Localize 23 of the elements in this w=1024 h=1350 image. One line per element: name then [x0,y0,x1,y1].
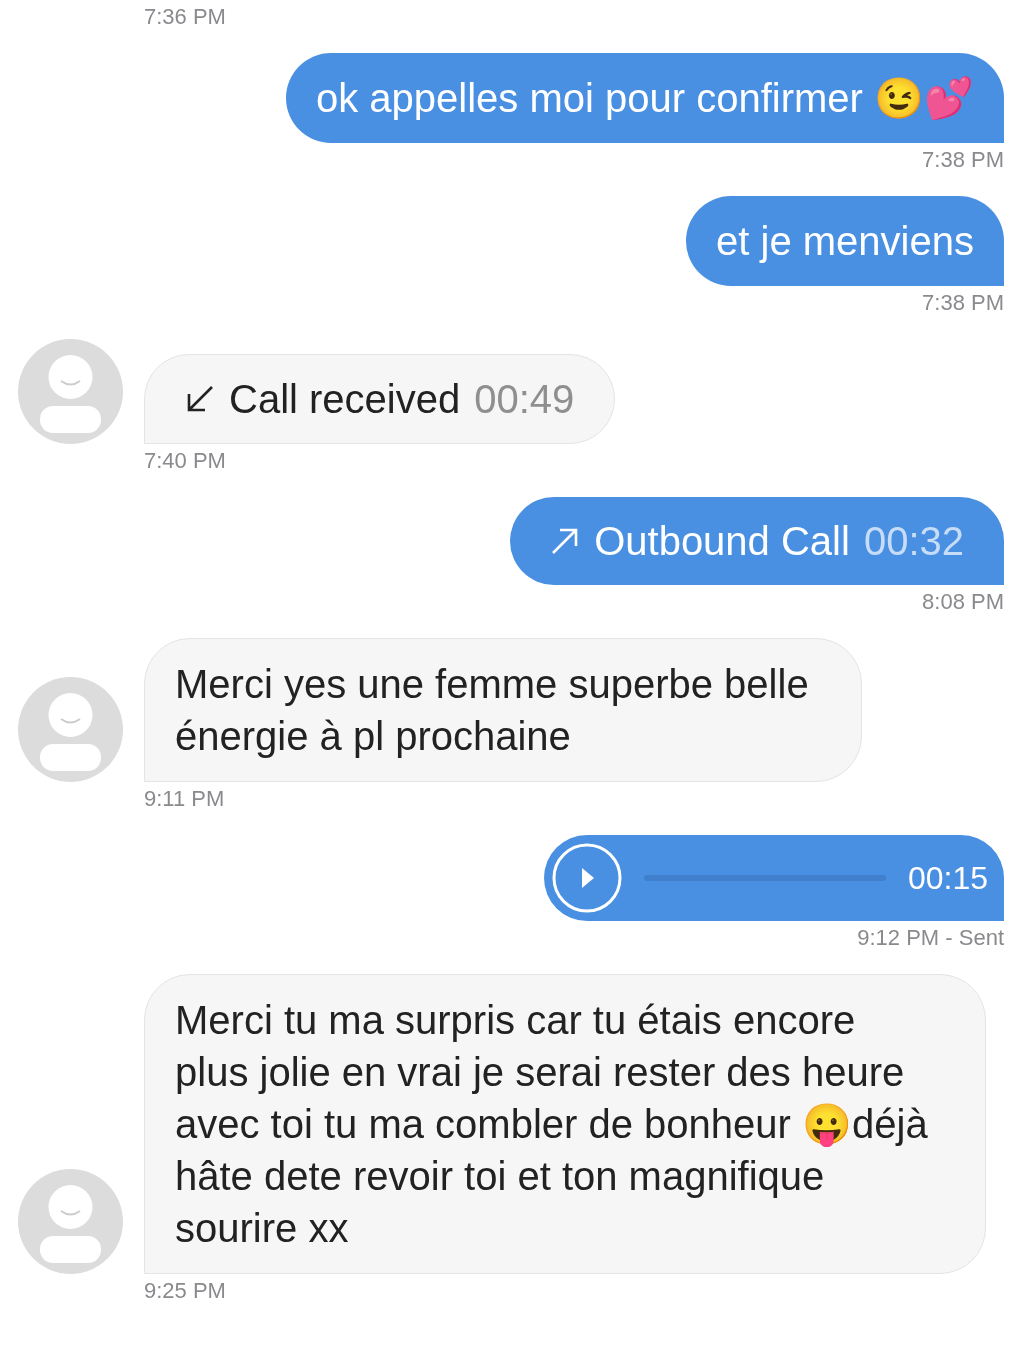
audio-duration: 00:15 [907,859,988,898]
timestamp: 7:40 PM [143,448,227,474]
avatar-icon [18,1169,123,1274]
timestamp: 7:38 PM [921,290,1004,316]
message-bubble: et je menviens [686,196,1004,286]
avatar-icon [18,677,123,782]
play-button[interactable] [552,843,622,913]
message-bubble: ok appelles moi pour confirmer 😉💕 [285,53,1004,143]
timestamp: 9:12 PM - Sent [856,925,1004,951]
avatar-icon [18,339,123,444]
timestamp: 8:08 PM [921,589,1004,615]
call-duration: 00:49 [474,376,575,423]
call-label: Call received [229,376,461,423]
timestamp: 7:38 PM [921,147,1004,173]
message-bubble: Merci yes une femme superbe belle énergie à pl prochaine [144,638,862,782]
call-duration: 00:32 [863,518,964,565]
timestamp: 9:11 PM [143,786,226,812]
message-bubble: Merci tu ma surpris car tu étais encore plus jolie en vrai je serai rester des heure avec toi tu ma combler de bonheur 😛déjà hâte dete revoir toi et ton magnifique sourire xx [144,974,986,1274]
call-label: Outbound Call [594,518,850,565]
call-bubble[interactable]: Call received 00:49 [144,354,616,444]
timestamp: 9:25 PM [143,1278,227,1304]
timestamp: 7:36 PM [143,4,227,30]
incoming-arrow-icon [185,384,215,414]
